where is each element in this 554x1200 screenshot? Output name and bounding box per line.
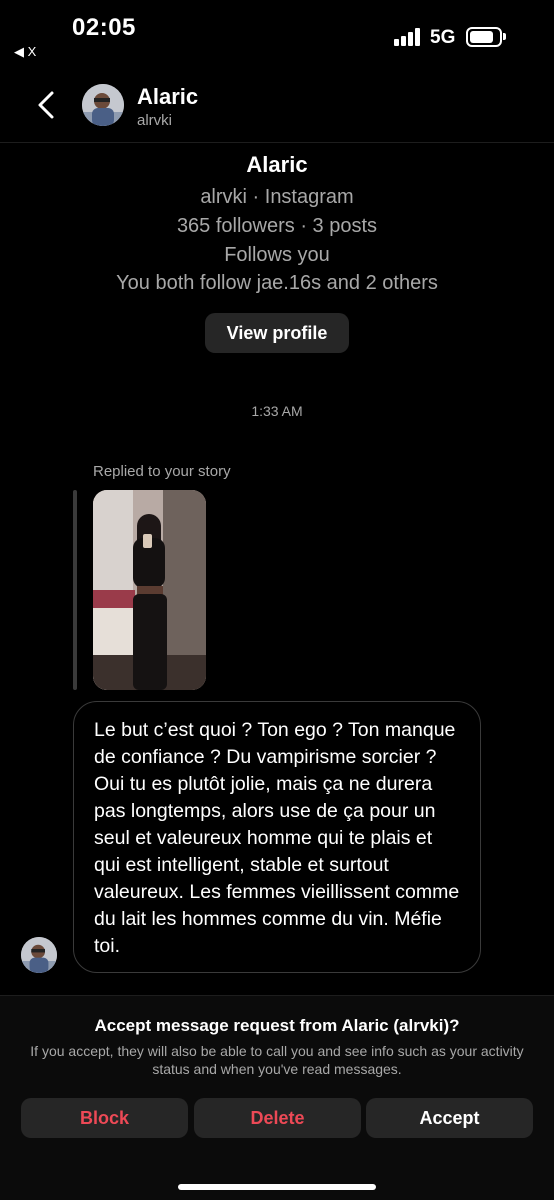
block-button[interactable]: Block: [21, 1098, 188, 1138]
profile-stats-line: 365 followers · 3 posts: [176, 215, 378, 237]
message-timestamp: 1:33 AM: [251, 403, 303, 419]
profile-name: Alaric: [246, 152, 308, 177]
header-username: alrvki: [137, 112, 173, 129]
delete-button[interactable]: Delete: [194, 1098, 361, 1138]
message-text: Le but c’est quoi ? Ton ego ? Ton manque…: [94, 719, 460, 957]
battery-icon: [466, 27, 502, 47]
network-type: 5G: [430, 27, 456, 48]
replied-to-story-label: Replied to your story: [93, 463, 231, 480]
battery-tip: [503, 33, 506, 40]
profile-follows-line: Follows you: [224, 244, 330, 266]
header-divider: [0, 142, 554, 143]
header-avatar[interactable]: [82, 84, 124, 126]
reply-indicator-line: [73, 490, 77, 690]
avatar-photo: [21, 937, 57, 973]
status-bar: 02:05 ◀ X 5G: [0, 0, 554, 70]
story-photo: [93, 490, 206, 690]
avatar-photo: [82, 84, 124, 126]
profile-platform-line: alrvki · Instagram: [200, 186, 354, 208]
sender-avatar[interactable]: [21, 937, 57, 973]
message-bubble[interactable]: Le but c’est quoi ? Ton ego ? Ton manque…: [73, 701, 481, 973]
status-time: 02:05: [72, 14, 136, 41]
request-title: Accept message request from Alaric (alrv…: [94, 1016, 460, 1035]
story-thumbnail[interactable]: [93, 490, 206, 690]
accept-button[interactable]: Accept: [366, 1098, 533, 1138]
view-profile-button[interactable]: View profile: [205, 313, 349, 353]
home-indicator[interactable]: [178, 1184, 376, 1190]
signal-icon: [394, 28, 422, 46]
back-chevron-icon[interactable]: [34, 90, 60, 120]
back-to-app-link[interactable]: ◀ X: [14, 44, 36, 60]
request-description: If you accept, they will also be able to…: [30, 1043, 524, 1077]
header-name[interactable]: Alaric: [137, 84, 198, 110]
profile-mutual-line: You both follow jae.16s and 2 others: [116, 272, 438, 294]
chat-header: Alaric alrvki: [0, 70, 554, 142]
message-request-panel: Accept message request from Alaric (alrv…: [0, 995, 554, 1200]
